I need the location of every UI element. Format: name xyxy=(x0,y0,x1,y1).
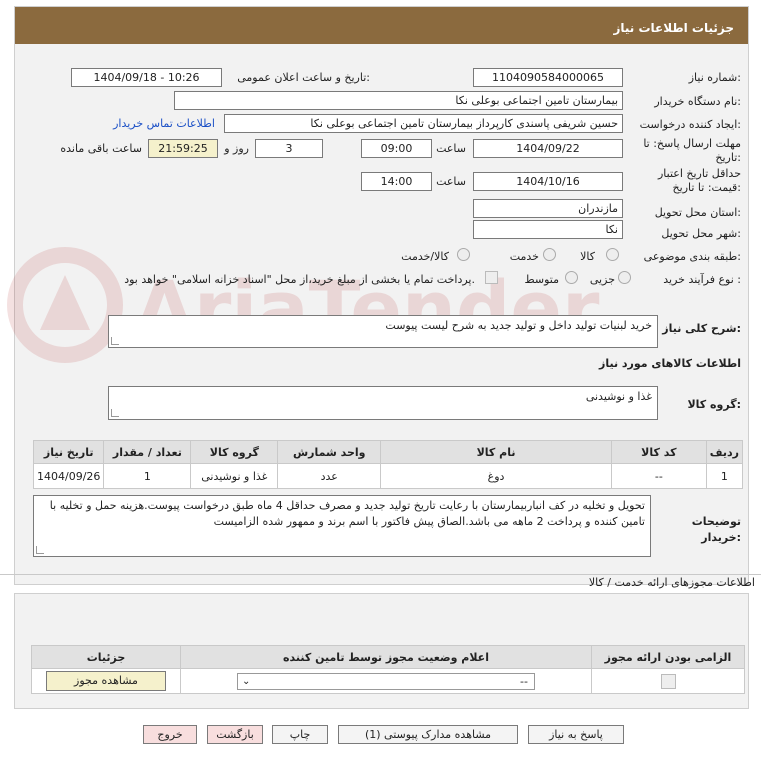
cell-group: غذا و نوشیدنی xyxy=(190,463,279,489)
category-label: طبقه بندی موضوعی: xyxy=(643,250,741,263)
days-field: 3 xyxy=(255,139,323,158)
col-unit: واحد شمارش xyxy=(277,440,382,464)
announce-label: تاریخ و ساعت اعلان عمومی: xyxy=(237,71,370,84)
cell-row: 1 xyxy=(705,463,744,489)
validity-time-field: 14:00 xyxy=(361,172,432,191)
permits-table: الزامی بودن ارائه مجوز اعلام وضعیت مجوز … xyxy=(31,645,745,694)
goods-info-title: اطلاعات کالاهای مورد نیاز xyxy=(599,357,741,370)
cell-name: دوغ xyxy=(380,463,612,489)
reply-button[interactable]: پاسخ به نیاز xyxy=(528,725,624,744)
permit-status-value: -- xyxy=(520,674,528,688)
col-qty: تعداد / مقدار xyxy=(103,440,192,464)
panel-title: جزئیات اطلاعات نیاز xyxy=(613,21,734,35)
treasury-checkbox[interactable] xyxy=(485,271,498,284)
col-name: نام کالا xyxy=(380,440,612,464)
cell-qty: 1 xyxy=(103,463,192,489)
deadline-time-field: 09:00 xyxy=(361,139,432,158)
exit-button[interactable]: خروج xyxy=(143,725,197,744)
divider xyxy=(0,574,761,575)
purchase-medium-label: متوسط xyxy=(524,273,559,286)
requester-field: حسین شریفی پاسندی کارپرداز بیمارستان تام… xyxy=(224,114,623,133)
validity-time-label: ساعت xyxy=(436,175,466,188)
category-goods-radio[interactable] xyxy=(606,248,619,261)
print-button[interactable]: چاپ xyxy=(272,725,328,744)
purchase-medium-radio[interactable] xyxy=(565,271,578,284)
category-service-radio[interactable] xyxy=(543,248,556,261)
need-number-label: شماره نیاز: xyxy=(688,71,741,84)
goods-group-label: گروه کالا: xyxy=(687,398,741,411)
table-row: -- ⌄ مشاهده مجوز xyxy=(31,668,745,694)
permit-status-select[interactable]: -- ⌄ xyxy=(237,672,535,690)
city-label: شهر محل تحویل: xyxy=(661,227,741,240)
col-permit-required: الزامی بودن ارائه مجوز xyxy=(591,645,745,669)
goods-table: ردیف کد کالا نام کالا واحد شمارش گروه کا… xyxy=(32,440,744,489)
requester-label: ایجاد کننده درخواست: xyxy=(639,118,741,131)
col-permit-status: اعلام وضعیت مجوز توسط تامین کننده xyxy=(180,645,592,669)
back-button[interactable]: بازگشت xyxy=(207,725,263,744)
buyer-org-field: بیمارستان تامین اجتماعی بوعلی نکا xyxy=(174,91,623,110)
remaining-label: ساعت باقی مانده xyxy=(60,142,142,155)
remaining-time-field: 21:59:25 xyxy=(148,139,218,158)
cell-unit: عدد xyxy=(277,463,382,489)
purchase-partial-label: جزیی xyxy=(589,273,615,286)
need-number-field: 1104090584000065 xyxy=(473,68,623,87)
permit-status-cell: -- ⌄ xyxy=(180,668,592,694)
buyer-notes-textarea[interactable]: تحویل و تخلیه در کف انباربیمارستان با رع… xyxy=(33,495,651,557)
goods-table-header: ردیف کد کالا نام کالا واحد شمارش گروه کا… xyxy=(32,440,744,464)
description-label: شرح کلی نیاز: xyxy=(662,322,741,335)
permit-details-cell: مشاهده مجوز xyxy=(31,668,181,694)
category-service-label: خدمت xyxy=(509,250,539,263)
buyer-org-label: نام دستگاه خریدار: xyxy=(654,95,741,108)
permits-title: اطلاعات مجوزهای ارائه خدمت / کالا xyxy=(588,576,755,589)
buyer-notes-text: تحویل و تخلیه در کف انباربیمارستان با رع… xyxy=(49,499,645,528)
panel-header: جزئیات اطلاعات نیاز xyxy=(15,7,748,44)
permits-table-header: الزامی بودن ارائه مجوز اعلام وضعیت مجوز … xyxy=(31,645,745,669)
view-attachments-button[interactable]: مشاهده مدارک پیوستی (1) xyxy=(338,725,518,744)
purchase-type-label: نوع فرآیند خرید : xyxy=(663,273,741,286)
permit-required-cell xyxy=(591,668,745,694)
city-field: نکا xyxy=(473,220,623,239)
goods-group-text: غذا و نوشیدنی xyxy=(585,390,652,403)
goods-group-textarea[interactable]: غذا و نوشیدنی xyxy=(108,386,658,420)
buyer-contact-link[interactable]: اطلاعات تماس خریدار xyxy=(113,117,215,130)
validity-date-field: 1404/10/16 xyxy=(473,172,623,191)
col-group: گروه کالا xyxy=(190,440,279,464)
days-label: روز و xyxy=(224,142,249,155)
col-date: تاریخ نیاز xyxy=(32,440,105,464)
description-textarea[interactable]: خرید لبنیات تولید داخل و تولید جدید به ش… xyxy=(108,315,658,348)
description-text: خرید لبنیات تولید داخل و تولید جدید به ش… xyxy=(385,319,652,332)
col-code: کد کالا xyxy=(610,440,707,464)
table-row: 1 -- دوغ عدد غذا و نوشیدنی 1 1404/09/26 xyxy=(32,463,744,489)
category-goods-service-radio[interactable] xyxy=(457,248,470,261)
deadline-label: مهلت ارسال پاسخ: تا تاریخ: xyxy=(643,137,741,164)
province-label: استان محل تحویل: xyxy=(654,206,741,219)
permit-required-checkbox xyxy=(660,673,676,689)
province-field: مازندران xyxy=(473,199,623,218)
cell-date: 1404/09/26 xyxy=(32,463,105,489)
view-permit-button[interactable]: مشاهده مجوز xyxy=(46,671,166,691)
deadline-date-field: 1404/09/22 xyxy=(473,139,623,158)
category-goods-service-label: کالا/خدمت xyxy=(401,250,449,263)
col-row: ردیف xyxy=(705,440,744,464)
col-permit-details: جزئیات xyxy=(31,645,181,669)
treasury-note: پرداخت تمام یا بخشی از مبلغ خرید،از محل … xyxy=(124,273,475,286)
chevron-down-icon: ⌄ xyxy=(242,675,251,687)
buyer-notes-label: توضیحات خریدار: xyxy=(691,515,741,544)
cell-code: -- xyxy=(610,463,707,489)
purchase-partial-radio[interactable] xyxy=(618,271,631,284)
category-goods-label: کالا xyxy=(580,250,595,263)
announce-datetime-field: 1404/09/18 - 10:26 xyxy=(71,68,222,87)
deadline-time-label: ساعت xyxy=(436,142,466,155)
validity-label: حداقل تاریخ اعتبار قیمت: تا تاریخ: xyxy=(657,167,741,194)
